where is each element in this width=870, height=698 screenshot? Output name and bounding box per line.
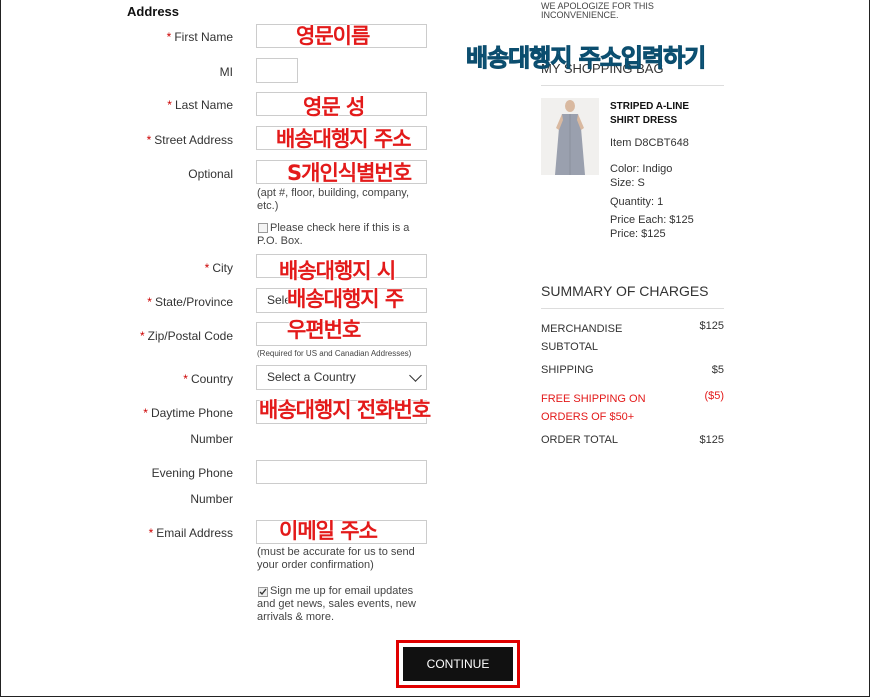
free-shipping-value: ($5) [704, 390, 724, 402]
annotation-email: 이메일 주소 [279, 519, 379, 544]
summary-divider [541, 308, 724, 309]
state-label: * State/Province [147, 295, 233, 309]
product-image [541, 98, 599, 175]
street-label: * Street Address [146, 133, 233, 147]
zip-label: * Zip/Postal Code [139, 329, 233, 343]
continue-button[interactable]: CONTINUE [403, 647, 513, 681]
country-label: * Country [183, 372, 233, 386]
signup-label: Sign me up for email updates and get new… [257, 585, 416, 623]
order-total-label: ORDER TOTAL [541, 434, 619, 446]
annotation-last-name: 영문 성 [302, 95, 365, 120]
product-name[interactable]: STRIPED A-LINE SHIRT DRESS [610, 100, 689, 128]
shipping-label: SHIPPING [541, 364, 594, 376]
annotation-optional: S개인식별번호 [286, 161, 412, 186]
shipping-value: $5 [711, 364, 724, 376]
item-size: Size: S [610, 177, 645, 189]
optional-hint: (apt #, floor, building, company, etc.) [257, 187, 410, 212]
first-name-label: * First Name [166, 30, 233, 44]
po-box-label: Please check here if this is a P.O. Box. [257, 222, 410, 247]
item-number: Item D8CBT648 [610, 137, 689, 149]
last-name-label: * Last Name [167, 98, 233, 112]
apology-text: WE APOLOGIZE FOR THIS INCONVENIENCE. [541, 1, 654, 20]
daytime-phone-label-2: Number [190, 432, 233, 446]
annotation-street: 배송대행지 주소 [276, 127, 413, 152]
item-quantity: Quantity: 1 [610, 196, 664, 208]
evening-phone-label: Evening Phone [151, 466, 233, 480]
annotation-phone: 배송대행지 전화번호 [258, 398, 431, 423]
mi-input[interactable] [256, 58, 298, 83]
item-price-each: Price Each: $125 [610, 214, 694, 226]
daytime-phone-label: * Daytime Phone [143, 406, 233, 420]
optional-label: Optional [188, 167, 233, 181]
annotation-main: 배송대행지 주소입력하기 [465, 44, 706, 73]
email-label: * Email Address [148, 526, 233, 540]
section-title: Address [127, 4, 180, 19]
annotation-city: 배송대행지 시 [278, 259, 396, 284]
free-shipping-label: FREE SHIPPING ON ORDERS OF $50+ [541, 393, 646, 423]
item-color: Color: Indigo [610, 163, 673, 175]
merch-subtotal-label: MERCHANDISE SUBTOTAL [541, 323, 623, 353]
evening-phone-label-2: Number [190, 492, 233, 506]
city-label: * City [204, 261, 233, 275]
email-hint: (must be accurate for us to send your or… [257, 546, 415, 571]
merch-subtotal-value: $125 [699, 320, 724, 332]
chevron-down-icon [409, 369, 422, 382]
order-total-value: $125 [699, 434, 724, 446]
mi-label: MI [219, 65, 233, 79]
annotation-first-name: 영문이름 [295, 24, 370, 49]
zip-hint: (Required for US and Canadian Addresses) [257, 349, 412, 358]
divider [541, 85, 724, 86]
annotation-state: 배송대행지 주 [286, 287, 404, 312]
evening-phone-input[interactable] [256, 460, 427, 484]
summary-title: SUMMARY OF CHARGES [541, 283, 709, 299]
country-select[interactable]: Select a Country [256, 365, 427, 390]
item-price: Price: $125 [610, 228, 666, 240]
annotation-zip: 우편번호 [286, 318, 361, 343]
